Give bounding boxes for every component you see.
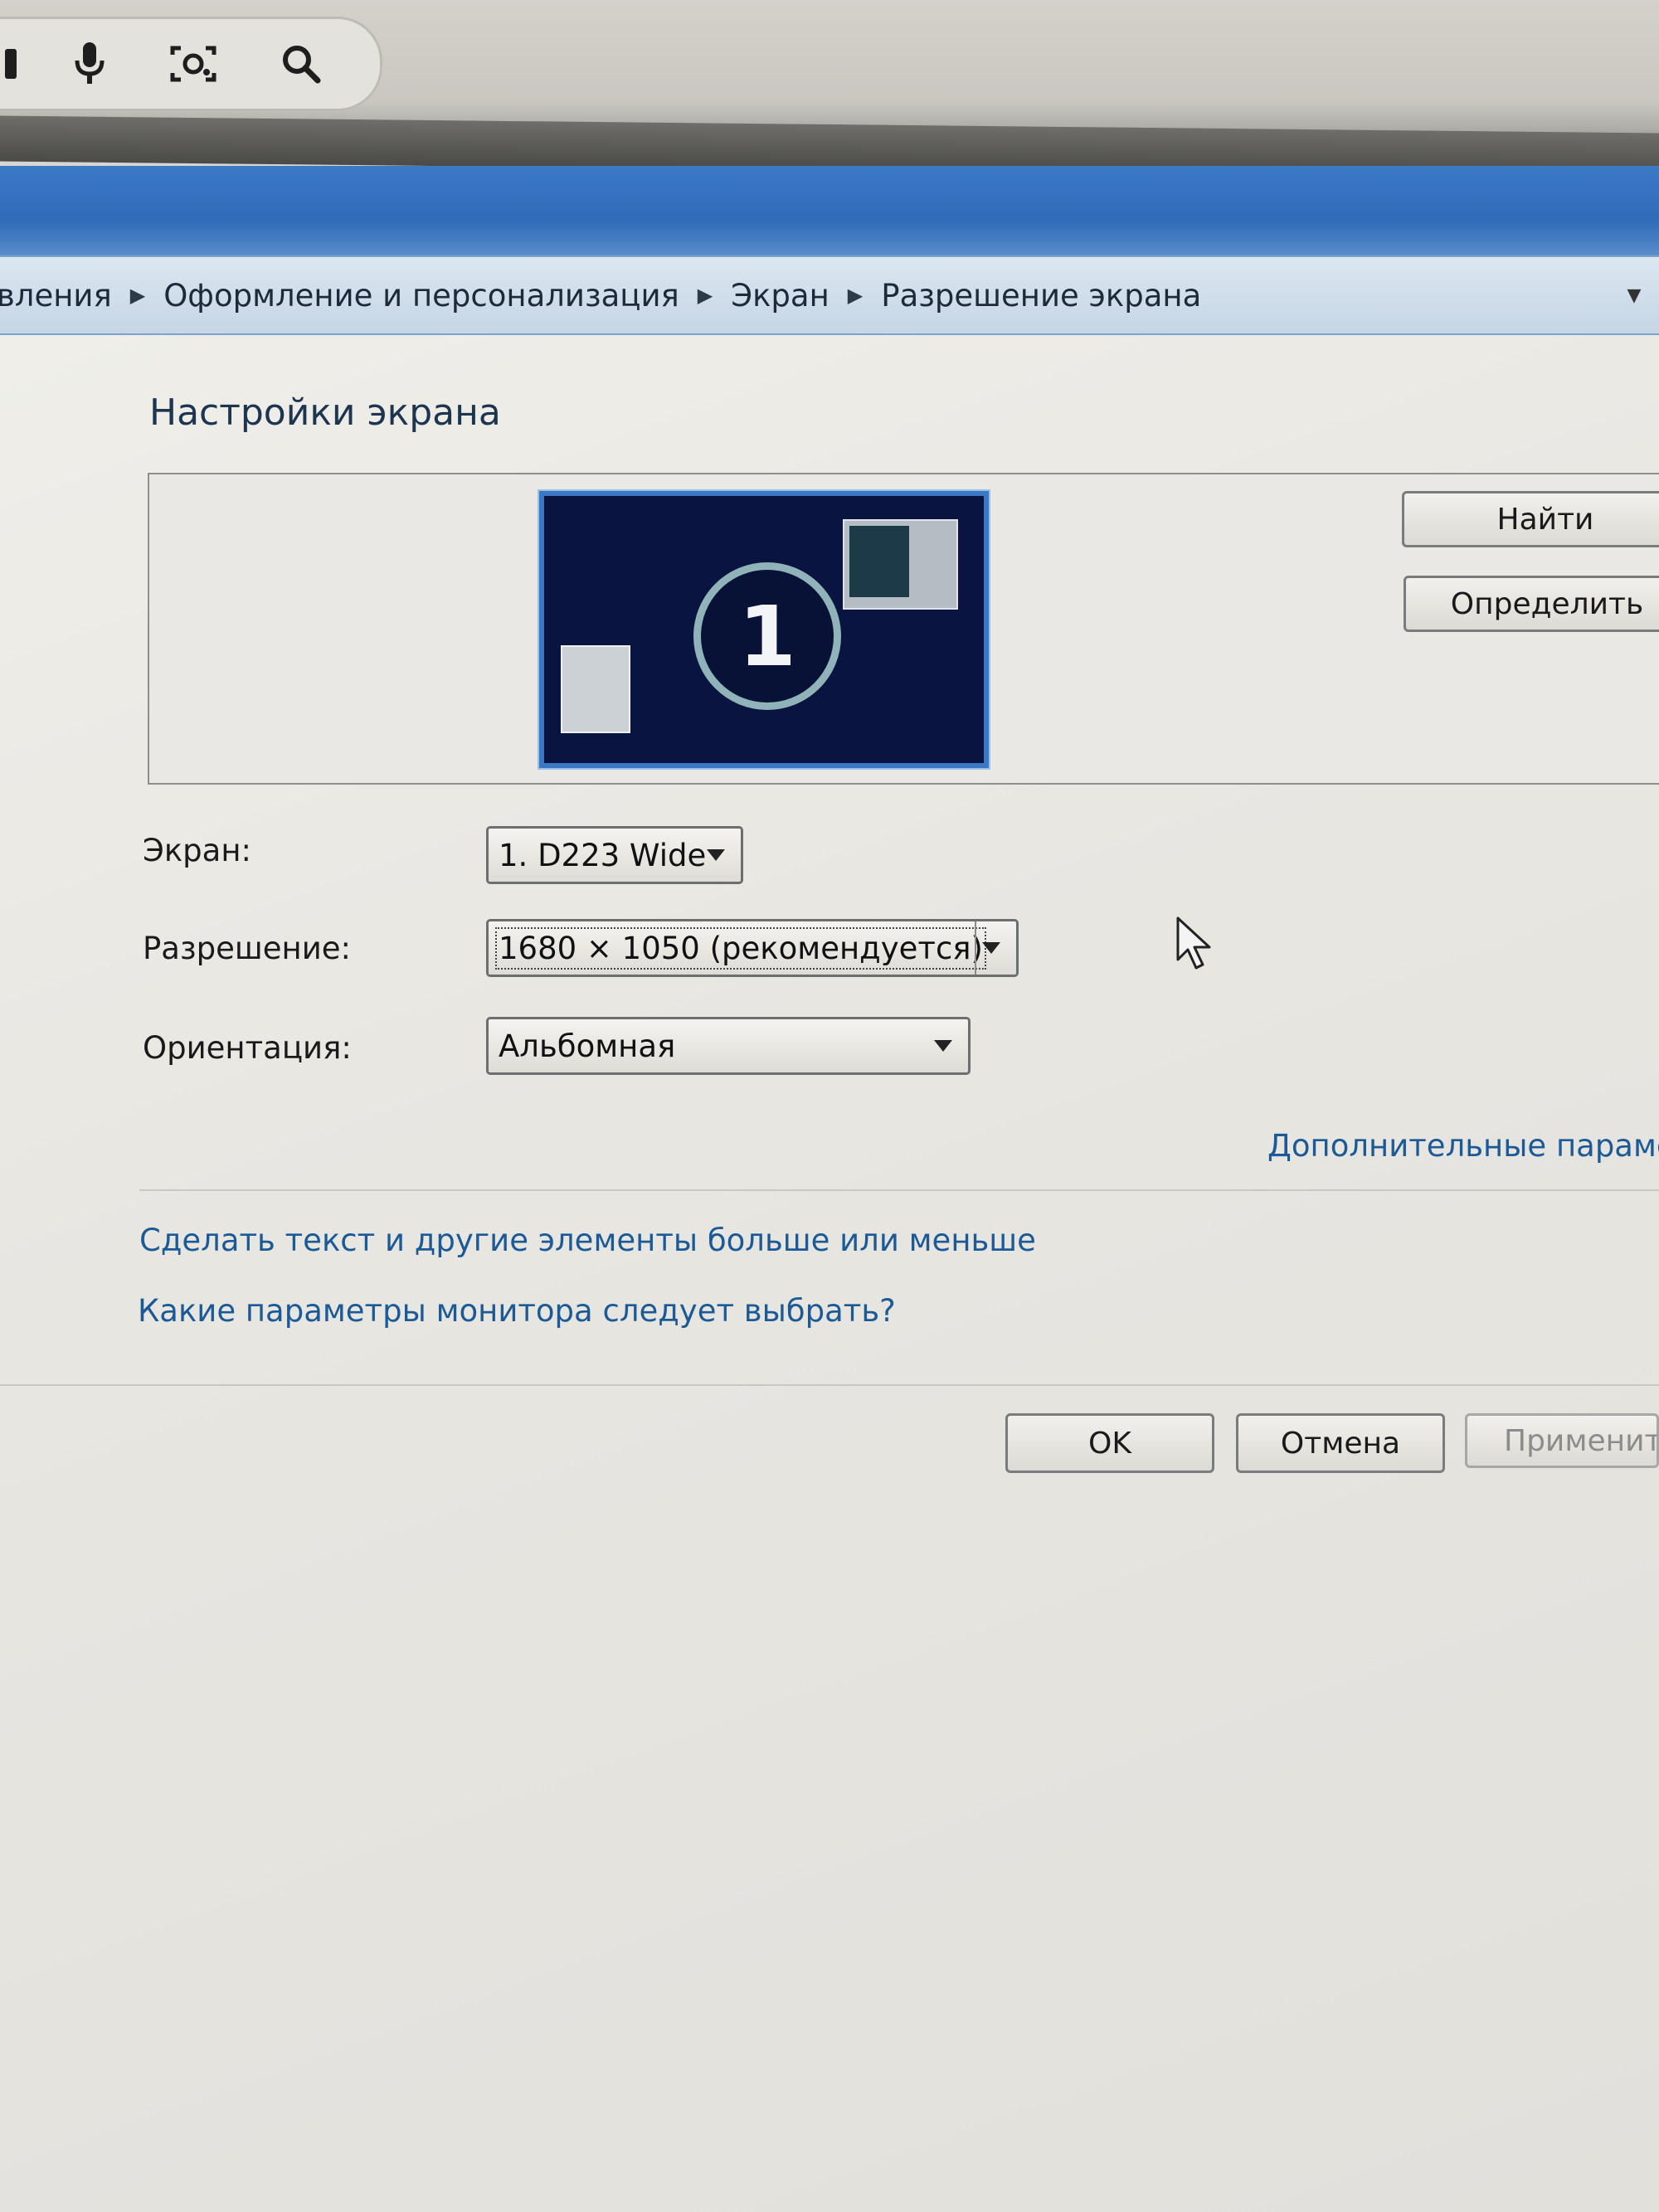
orientation-value: Альбомная: [499, 1028, 676, 1064]
resolution-value: 1680 × 1050 (рекомендуется): [495, 926, 986, 970]
ok-button[interactable]: OK: [1005, 1413, 1214, 1473]
breadcrumb-item[interactable]: Оформление и персонализация: [163, 278, 679, 314]
resolution-label: Разрешение:: [143, 931, 351, 966]
chevron-right-icon[interactable]: ▶: [130, 284, 145, 307]
chevron-right-icon[interactable]: ▶: [848, 284, 863, 307]
microphone-icon[interactable]: [61, 19, 119, 109]
partial-icon: [2, 19, 19, 109]
display-preview: 1 Найти Определить: [148, 473, 1659, 785]
cancel-button[interactable]: Отмена: [1236, 1413, 1445, 1473]
breadcrumb-item-current[interactable]: Разрешение экрана: [881, 278, 1201, 314]
monitor-settings-help-link[interactable]: Какие параметры монитора следует выбрать…: [138, 1293, 896, 1329]
mini-panel-graphic: [561, 645, 630, 733]
dropdown-arrow-icon[interactable]: [928, 1019, 958, 1072]
search-icon[interactable]: [272, 19, 330, 109]
apply-button[interactable]: Применит: [1465, 1413, 1659, 1468]
resolution-select[interactable]: 1680 × 1050 (рекомендуется): [486, 919, 1019, 977]
address-dropdown-icon[interactable]: ▼: [1609, 257, 1659, 333]
breadcrumb-item[interactable]: Экран: [731, 278, 830, 314]
display-value: 1. D223 Wide: [499, 837, 707, 873]
orientation-select[interactable]: Альбомная: [486, 1017, 971, 1075]
breadcrumb: вления ▶ Оформление и персонализация ▶ Э…: [0, 278, 1201, 314]
search-pill[interactable]: [0, 17, 382, 111]
mini-window-graphic: [843, 519, 958, 610]
advanced-settings-link[interactable]: Дополнительные параме: [1267, 1128, 1659, 1164]
page-title: Настройки экрана: [149, 391, 501, 434]
address-bar[interactable]: вления ▶ Оформление и персонализация ▶ Э…: [0, 255, 1659, 335]
settings-panel: Настройки экрана 1 Найти Определить Экра…: [0, 335, 1659, 2212]
divider: [0, 1384, 1659, 1386]
find-button[interactable]: Найти: [1402, 491, 1659, 547]
breadcrumb-item[interactable]: вления: [0, 278, 112, 314]
camera-search-icon[interactable]: [164, 19, 222, 109]
text-size-link[interactable]: Сделать текст и другие элементы больше и…: [139, 1223, 1036, 1258]
identify-button[interactable]: Определить: [1404, 576, 1659, 632]
display-select[interactable]: 1. D223 Wide: [486, 826, 743, 884]
dropdown-arrow-icon[interactable]: [701, 829, 731, 882]
monitor-number: 1: [693, 562, 841, 710]
mouse-cursor-icon: [1176, 916, 1216, 975]
display-label: Экран:: [143, 833, 251, 868]
chevron-right-icon[interactable]: ▶: [698, 284, 713, 307]
orientation-label: Ориентация:: [143, 1030, 352, 1066]
window-titlebar: [0, 166, 1659, 257]
monitor-1-thumbnail[interactable]: 1: [539, 491, 989, 768]
dropdown-arrow-icon[interactable]: [975, 921, 1006, 975]
divider: [139, 1189, 1659, 1191]
